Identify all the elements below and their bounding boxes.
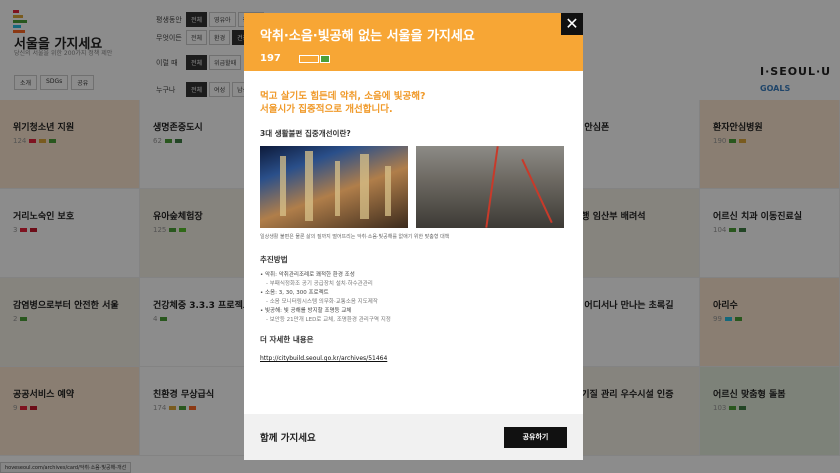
modal-lead: 먹고 살기도 힘든데 악취, 소음에 빛공해? 서울시가 집중적으로 개선합니다…: [260, 90, 567, 116]
modal-footer: 함께 가지세요 공유하기: [244, 414, 583, 460]
method-item: • 악취: 악취관리조례로 쾌적한 환경 조성: [260, 272, 355, 278]
close-icon[interactable]: ✕: [561, 13, 583, 35]
modal-body: 먹고 살기도 힘든데 악취, 소음에 빛공해? 서울시가 집중적으로 개선합니다…: [244, 71, 583, 364]
sewer-photo: [416, 146, 564, 228]
lead-line: 먹고 살기도 힘든데 악취, 소음에 빛공해?: [260, 91, 426, 102]
policy-number: 197: [260, 53, 281, 64]
method-item: • 빛공해: 빛 공해를 방지할 조명등 교체: [260, 308, 352, 314]
policy-modal: 악취·소음·빛공해 없는 서울을 가지세요 197 ✕ 먹고 살기도 힘든데 악…: [244, 13, 583, 460]
city-photo: [260, 146, 408, 228]
share-button[interactable]: 공유하기: [504, 426, 567, 448]
lead-line: 서울시가 집중적으로 개선합니다.: [260, 104, 393, 115]
sdg-tag: [298, 54, 319, 63]
modal-title: 악취·소음·빛공해 없는 서울을 가지세요: [260, 29, 475, 44]
method-subitem: - 소음 모니터링시스템 의무화·교통소음 지도제작: [266, 299, 378, 305]
section-heading: 추진방법: [260, 255, 288, 264]
method-item: • 소음: 3, 30, 300 프로젝트: [260, 290, 329, 296]
sdg-tag: [319, 54, 330, 63]
details-link[interactable]: http://citybuild.seoul.go.kr/archives/51…: [260, 355, 387, 362]
photo-caption: 일상생활 불편은 물론 삶의 질까지 떨어뜨리는 악취·소음·빛공해를 없애기 …: [260, 234, 450, 240]
method-subitem: - 보안등 21만개 LED로 교체, 조명환경 관리구역 지정: [266, 317, 391, 323]
method-list: • 악취: 악취관리조례로 쾌적한 환경 조성 - 부패식정화조 공기 공급장치…: [260, 271, 567, 325]
modal-header: 악취·소음·빛공해 없는 서울을 가지세요 197 ✕: [244, 13, 583, 71]
section-heading: 3대 생활불편 집중개선이란?: [260, 129, 351, 138]
method-subitem: - 부패식정화조 공기 공급장치 설치·하수관관리: [266, 281, 373, 287]
footer-label: 함께 가지세요: [260, 433, 316, 444]
more-info-heading: 더 자세한 내용은: [260, 335, 314, 344]
